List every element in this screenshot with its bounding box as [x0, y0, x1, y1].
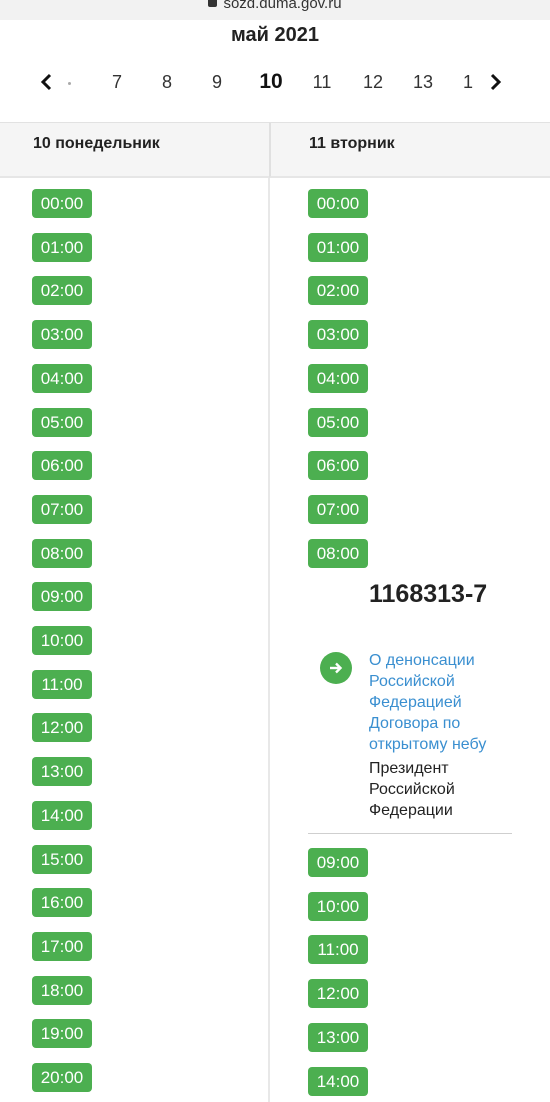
monday-time-slot-1400[interactable]: 14:00: [32, 800, 92, 830]
day-11[interactable]: 11: [307, 72, 337, 93]
monday-time-slot-0600[interactable]: 06:00: [32, 451, 92, 481]
lock-icon: [208, 0, 218, 7]
partial-day-indicator: [68, 82, 71, 85]
event-author: Президент Российской Федерации: [369, 760, 455, 819]
chevron-left-icon[interactable]: [36, 72, 56, 96]
browser-url-bar[interactable]: sozd.duma.gov.ru: [0, 0, 550, 20]
tuesday-time-slot-0600[interactable]: 06:00: [308, 451, 368, 481]
day-partial[interactable]: 1: [453, 72, 483, 93]
day-13[interactable]: 13: [408, 72, 438, 93]
tuesday-time-slot-0500[interactable]: 05:00: [308, 407, 368, 437]
tuesday-time-slot-0000[interactable]: 00:00: [308, 189, 368, 218]
tuesday-time-slot-0400[interactable]: 04:00: [308, 363, 368, 393]
monday-time-slot-1100[interactable]: 11:00: [32, 669, 92, 699]
event-title-link[interactable]: О денонсации Российской Федерацией Догов…: [369, 650, 509, 755]
monday-time-slot-0500[interactable]: 05:00: [32, 407, 92, 437]
monday-time-slot-0100[interactable]: 01:00: [32, 232, 92, 262]
column-header-monday: 10 понедельник: [0, 122, 269, 178]
tuesday-time-slot-1300[interactable]: 13:00: [308, 1022, 368, 1052]
day-10-active[interactable]: 10: [256, 70, 286, 94]
tuesday-time-slot-0300[interactable]: 03:00: [308, 320, 368, 350]
monday-time-slot-1300[interactable]: 13:00: [32, 757, 92, 787]
tuesday-time-slot-0900[interactable]: 09:00: [308, 848, 368, 877]
column-divider: [268, 178, 270, 1102]
url-text-wrap: sozd.duma.gov.ru: [0, 0, 550, 12]
monday-time-slot-1900[interactable]: 19:00: [32, 1019, 92, 1049]
day-12[interactable]: 12: [358, 72, 388, 93]
tuesday-time-slot-1100[interactable]: 11:00: [308, 935, 368, 965]
day-8[interactable]: 8: [152, 72, 182, 93]
monday-time-slot-1600[interactable]: 16:00: [32, 888, 92, 918]
monday-time-slot-0300[interactable]: 03:00: [32, 320, 92, 350]
monday-time-slot-0800[interactable]: 08:00: [32, 538, 92, 568]
day-9[interactable]: 9: [202, 72, 232, 93]
monday-time-slot-0000[interactable]: 00:00: [32, 189, 92, 218]
monday-time-slot-1200[interactable]: 12:00: [32, 713, 92, 743]
tuesday-time-slot-1200[interactable]: 12:00: [308, 979, 368, 1009]
arrow-right-icon[interactable]: [320, 652, 352, 684]
day-navigation: 7 8 9 10 11 12 13 1: [0, 62, 550, 106]
url-text: sozd.duma.gov.ru: [223, 0, 342, 12]
monday-time-slot-0400[interactable]: 04:00: [32, 363, 92, 393]
month-title: май 2021: [231, 24, 319, 46]
tuesday-time-slot-0800[interactable]: 08:00: [308, 538, 368, 568]
monday-time-slot-0900[interactable]: 09:00: [32, 582, 92, 612]
tuesday-time-slot-1000[interactable]: 10:00: [308, 891, 368, 921]
day-7[interactable]: 7: [102, 72, 132, 93]
tuesday-time-slot-0100[interactable]: 01:00: [308, 232, 368, 262]
tuesday-time-slot-1400[interactable]: 14:00: [308, 1066, 368, 1096]
monday-time-slot-0700[interactable]: 07:00: [32, 494, 92, 524]
monday-time-slot-1000[interactable]: 10:00: [32, 626, 92, 655]
monday-time-slot-1500[interactable]: 15:00: [32, 844, 92, 874]
column-header-label: 11 вторник: [309, 135, 395, 152]
monday-time-slot-1800[interactable]: 18:00: [32, 975, 92, 1005]
column-header-label: 10 понедельник: [33, 135, 160, 152]
column-header-tuesday: 11 вторник: [269, 122, 550, 178]
event-number[interactable]: 1168313-7: [369, 578, 499, 611]
tuesday-time-slot-0200[interactable]: 02:00: [308, 276, 368, 306]
monday-time-slot-0200[interactable]: 02:00: [32, 276, 92, 306]
monday-time-slot-2000[interactable]: 20:00: [32, 1063, 92, 1092]
event-card: 1168313-7 О денонсации Российской Федера…: [308, 578, 512, 834]
monday-time-slot-1700[interactable]: 17:00: [32, 931, 92, 961]
tuesday-time-slot-0700[interactable]: 07:00: [308, 494, 368, 524]
chevron-right-icon[interactable]: [486, 72, 506, 96]
